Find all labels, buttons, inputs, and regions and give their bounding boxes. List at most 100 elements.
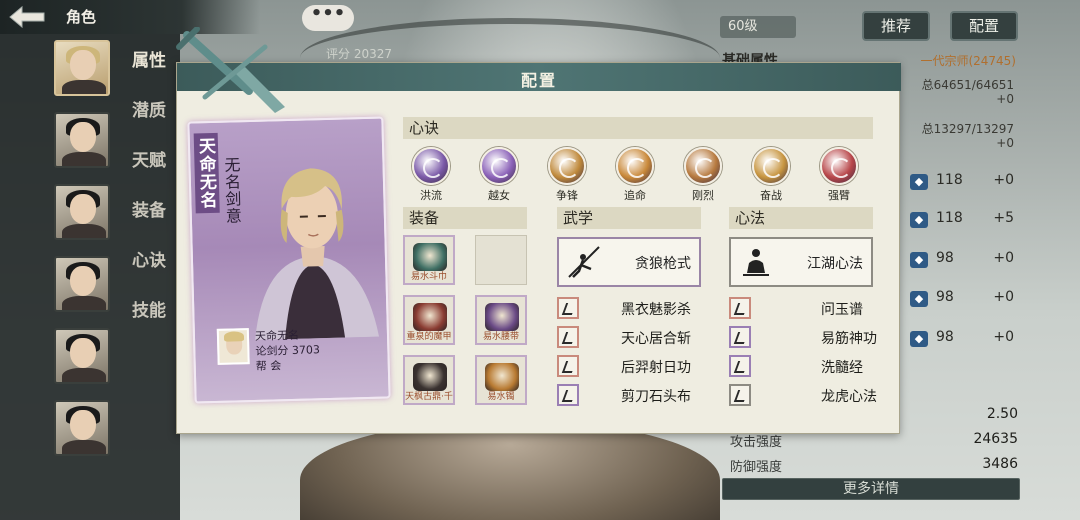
wuxue-sub-label: 剪刀石头布 (621, 389, 691, 405)
attr-row: ◆ 98 +0 (910, 248, 1022, 272)
more-details-button[interactable]: 更多详情 (722, 478, 1020, 500)
character-card[interactable]: 天命无名 无名剑意 天命无名 论剑分 3703 帮 会 (187, 116, 391, 404)
wuxue-sub-item[interactable]: 黑衣魅影杀 (557, 297, 701, 319)
portrait-item[interactable] (54, 400, 110, 456)
portrait-item[interactable] (54, 256, 110, 312)
xinjue-skill[interactable]: 奋战 (747, 147, 795, 203)
xinfa-sub-item[interactable]: 问玉谱 (729, 297, 873, 319)
wuxue-main-slot[interactable]: 贪狼枪式 (557, 237, 701, 287)
skill-figure-icon (557, 384, 579, 406)
wuxue-sub-item[interactable]: 天心居合斩 (557, 326, 701, 348)
equip-item-label: 重泉的魔甲 (406, 332, 452, 342)
hp-bonus: +0 (996, 92, 1014, 106)
skill-label: 奋战 (760, 189, 782, 202)
equip-item-label: 易水腰带 (482, 332, 519, 342)
character-portrait (255, 168, 380, 340)
equip-header: 装备 (403, 207, 527, 229)
xinjue-skill[interactable]: 争锋 (543, 147, 591, 203)
tab-xinjue[interactable]: 心诀 (132, 246, 166, 271)
skill-figure-icon (557, 297, 579, 319)
spear-stance-icon (568, 246, 600, 278)
skill-figure-icon (729, 384, 751, 406)
equip-item-label: 易水镯 (487, 392, 515, 402)
portrait-item[interactable] (54, 184, 110, 240)
xinjue-skill[interactable]: 强臂 (815, 147, 863, 203)
wuxue-sub-label: 黑衣魅影杀 (621, 302, 691, 318)
tab-equipment[interactable]: 装备 (132, 196, 166, 221)
wuxue-sub-item[interactable]: 后羿射日功 (557, 355, 701, 377)
character-name: 天命无名 (193, 132, 220, 214)
xinfa-sub-item[interactable]: 洗髓经 (729, 355, 873, 377)
rank-label: 一代宗师(24745) (920, 54, 1016, 68)
equip-slot[interactable]: 天枫古鼎·千 (403, 355, 455, 405)
portrait-item[interactable] (54, 40, 110, 96)
mp-value: 总13297/13297 (921, 122, 1014, 136)
xinfa-sub-label: 洗髓经 (821, 360, 863, 376)
equip-item-icon (413, 303, 447, 331)
gem-icon: ◆ (910, 174, 928, 190)
portrait-item[interactable] (54, 328, 110, 384)
skill-figure-icon (729, 297, 751, 319)
equip-slot[interactable]: 易水腰带 (475, 295, 527, 345)
info-score: 论剑分 3703 (255, 343, 321, 358)
equip-item-label: 天枫古鼎·千 (405, 392, 453, 402)
xinfa-sub-label: 问玉谱 (821, 302, 863, 318)
xinjue-skill[interactable]: 洪流 (407, 147, 455, 203)
skill-orb-icon (752, 147, 790, 185)
skill-figure-icon (729, 326, 751, 348)
xinjue-header: 心诀 (403, 117, 873, 139)
xinfa-sub-item[interactable]: 龙虎心法 (729, 384, 877, 406)
portrait-item[interactable] (54, 112, 110, 168)
tab-skills[interactable]: 技能 (132, 296, 166, 321)
equip-item-icon (413, 243, 447, 271)
wuxue-sub-label: 天心居合斩 (621, 331, 691, 347)
tab-talent[interactable]: 天赋 (132, 146, 166, 171)
xinfa-sub-label: 龙虎心法 (821, 389, 877, 405)
xinfa-main-label: 江湖心法 (807, 256, 863, 272)
equip-item-icon (485, 303, 519, 331)
nav-tabs: 属性 潜质 天赋 装备 心诀 技能 (132, 46, 166, 346)
attr-row: ◆ 98 +0 (910, 327, 1022, 351)
equip-item-icon (413, 363, 447, 391)
mp-bonus: +0 (996, 136, 1014, 150)
equip-slot[interactable]: 重泉的魔甲 (403, 295, 455, 345)
skill-orb-icon (480, 147, 518, 185)
xinfa-sub-item[interactable]: 易筋神功 (729, 326, 877, 348)
equip-item-icon (485, 363, 519, 391)
back-arrow-icon (9, 5, 45, 29)
xinfa-sub-label: 易筋神功 (821, 331, 877, 347)
equip-slot-empty[interactable] (475, 235, 527, 285)
character-info: 天命无名 论剑分 3703 帮 会 (216, 325, 386, 381)
skill-orb-icon (684, 147, 722, 185)
score-strip: 评分 20327 (326, 47, 392, 61)
skill-label: 追命 (624, 189, 646, 202)
back-button[interactable] (6, 4, 50, 30)
attr-row: ◆ 98 +0 (910, 287, 1022, 311)
skill-label: 争锋 (556, 189, 578, 202)
wuxue-sub-item[interactable]: 剪刀石头布 (557, 384, 701, 406)
gem-icon: ◆ (910, 291, 928, 307)
wuxue-sub-label: 后羿射日功 (621, 360, 691, 376)
recommend-button[interactable]: 推荐 (862, 11, 930, 41)
gem-icon: ◆ (910, 212, 928, 228)
config-modal: 配置 天命无名 无名剑意 天命无名 论剑分 3703 帮 会 心诀 洪流 越女 … (176, 27, 901, 434)
skill-label: 刚烈 (692, 189, 714, 202)
tab-attributes[interactable]: 属性 (132, 46, 166, 71)
equip-slot[interactable]: 易水镯 (475, 355, 527, 405)
skill-orb-icon (616, 147, 654, 185)
config-button[interactable]: 配置 (950, 11, 1018, 41)
xinfa-header: 心法 (729, 207, 873, 229)
attr-row: ◆ 118 +0 (910, 170, 1022, 194)
xinfa-main-slot[interactable]: 江湖心法 (729, 237, 873, 287)
tab-potential[interactable]: 潜质 (132, 96, 166, 121)
skill-figure-icon (557, 326, 579, 348)
page-title: 角色 (66, 8, 97, 26)
skill-label: 洪流 (420, 189, 442, 202)
wuxue-header: 武学 (557, 207, 701, 229)
xinjue-skill[interactable]: 刚烈 (679, 147, 727, 203)
chat-button[interactable]: ••• (302, 5, 354, 31)
equip-slot[interactable]: 易水斗巾 (403, 235, 455, 285)
xinjue-skill[interactable]: 追命 (611, 147, 659, 203)
xinjue-skill[interactable]: 越女 (475, 147, 523, 203)
portrait-list (54, 40, 112, 472)
